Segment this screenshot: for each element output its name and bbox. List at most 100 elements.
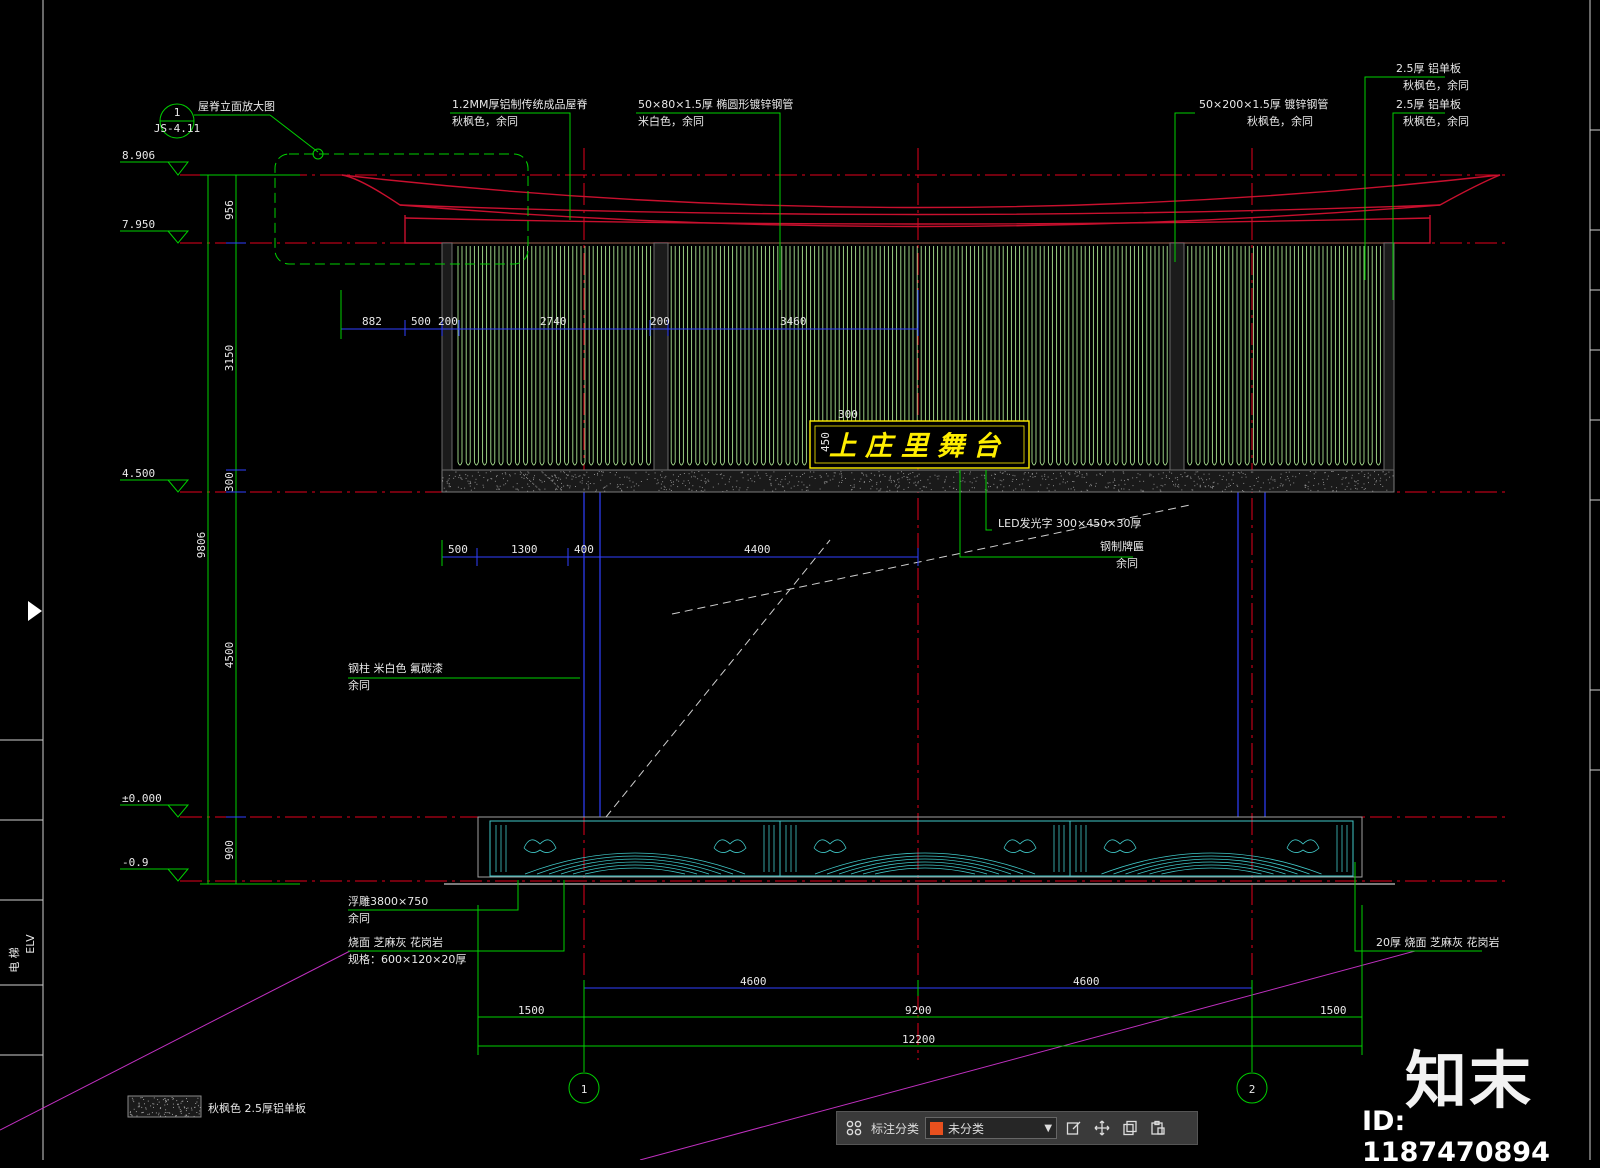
- slat: [719, 246, 725, 466]
- speckle-dot: [1228, 485, 1230, 487]
- speckle-dot: [889, 476, 891, 478]
- legend-speckle-dot: [135, 1111, 137, 1113]
- speckle-dot: [1012, 478, 1014, 480]
- speckle-dot: [788, 481, 790, 483]
- mid-dim-labels: 500 1300 400 4400: [448, 543, 771, 556]
- slat: [1367, 246, 1373, 466]
- speckle-dot: [702, 490, 704, 492]
- speckle-dot: [1327, 475, 1329, 477]
- speckle-dot: [528, 472, 530, 474]
- speckle-dot: [663, 485, 665, 487]
- paste-icon[interactable]: [1147, 1117, 1169, 1139]
- speckle-dot: [1323, 484, 1325, 486]
- speckle-dot: [1162, 472, 1164, 474]
- speckle-dot: [1286, 490, 1288, 491]
- speckle-dot: [1140, 489, 1142, 491]
- speckle-dot: [907, 486, 909, 488]
- legend-speckle-dot: [199, 1110, 201, 1112]
- speckle-dot: [1196, 483, 1198, 485]
- speckle-dot: [1341, 483, 1343, 485]
- speckle-dot: [958, 471, 960, 473]
- grid-icon[interactable]: [843, 1117, 865, 1139]
- speckle-dot: [526, 474, 528, 476]
- speckle-dot: [851, 472, 853, 474]
- speckle-dot: [1011, 480, 1013, 482]
- edit-icon[interactable]: [1063, 1117, 1085, 1139]
- speckle-dot: [1073, 481, 1075, 483]
- speckle-dot: [1069, 472, 1071, 474]
- speckle-dot: [708, 480, 710, 482]
- legend-speckle-dot: [156, 1103, 158, 1105]
- speckle-dot: [723, 475, 725, 477]
- speckle-dot: [684, 485, 686, 487]
- speckle-dot: [587, 488, 589, 490]
- slat: [1064, 246, 1070, 466]
- move-icon[interactable]: [1091, 1117, 1113, 1139]
- speckle-dot: [1031, 473, 1033, 475]
- legend-speckle-dot: [172, 1103, 174, 1105]
- legend-text: 秋枫色 2.5厚铝单板: [208, 1101, 306, 1115]
- speckle-dot: [447, 479, 449, 481]
- legend-speckle-dot: [138, 1106, 140, 1108]
- speckle-dot: [574, 474, 576, 476]
- copy-icon[interactable]: [1119, 1117, 1141, 1139]
- slat: [1047, 246, 1053, 466]
- left-panel-arrow-icon[interactable]: [26, 600, 44, 622]
- speckle-dot: [1274, 480, 1276, 482]
- legend-speckle-dot: [195, 1103, 197, 1104]
- speckle-dot: [1193, 480, 1195, 482]
- speckle-dot: [796, 476, 798, 478]
- speckle-dot: [879, 489, 881, 491]
- speckle-dot: [520, 472, 522, 474]
- speckle-dot: [1363, 476, 1365, 477]
- note-pipe1-b: 米白色，余同: [638, 114, 704, 128]
- speckle-dot: [882, 474, 884, 476]
- speckle-dot: [501, 473, 503, 475]
- speckle-dot: [597, 472, 598, 474]
- slat: [506, 246, 512, 466]
- speckle-dot: [1027, 479, 1029, 481]
- speckle-dot: [1380, 477, 1382, 479]
- speckle-dot: [1079, 472, 1081, 474]
- speckle-dot: [1004, 471, 1006, 473]
- speckle-dot: [944, 479, 946, 481]
- speckle-dot: [942, 487, 944, 489]
- speckle-dot: [1288, 480, 1290, 482]
- speckle-dot: [841, 475, 843, 477]
- speckle-dot: [770, 475, 772, 477]
- speckle-dot: [914, 481, 916, 483]
- speckle-dot: [1232, 474, 1234, 476]
- sign-text: 上庄里舞台: [829, 431, 1009, 462]
- speckle-dot: [897, 472, 899, 474]
- speckle-dot: [523, 474, 524, 476]
- slat: [1261, 246, 1267, 466]
- slat: [1162, 246, 1168, 466]
- slat: [801, 246, 807, 466]
- speckle-dot: [554, 474, 555, 476]
- note-relief-a: 浮雕3800×750: [348, 894, 428, 908]
- legend-speckle-dot: [178, 1107, 180, 1109]
- speckle-dot: [1242, 490, 1243, 492]
- speckle-dot: [871, 485, 873, 487]
- speckle-dot: [1197, 476, 1199, 478]
- speckle-dot: [1185, 476, 1187, 478]
- slat: [1039, 246, 1045, 466]
- speckle-dot: [1364, 474, 1366, 476]
- cad-drawing-canvas[interactable]: 上庄里舞台 300 450 1 JS-4.11 屋脊立面放大图 8.906 7.…: [0, 0, 1600, 1160]
- speckle-dot: [1346, 486, 1348, 488]
- legend-speckle-dot: [166, 1112, 168, 1114]
- legend-speckle-dot: [137, 1106, 139, 1108]
- speckle-dot: [759, 477, 761, 479]
- legend-speckle-dot: [171, 1097, 173, 1098]
- speckle-dot: [1081, 476, 1083, 478]
- speckle-dot: [691, 489, 693, 491]
- slat: [1211, 246, 1217, 466]
- speckle-dot: [1277, 486, 1279, 488]
- speckle-dot: [879, 474, 881, 476]
- magenta-construction-lines: [0, 950, 1416, 1160]
- speckle-dot: [769, 477, 771, 478]
- category-select[interactable]: 未分类 ▼: [925, 1117, 1058, 1139]
- speckle-dot: [539, 489, 541, 491]
- speckle-dot: [1083, 476, 1085, 478]
- speckle-dot: [999, 471, 1001, 473]
